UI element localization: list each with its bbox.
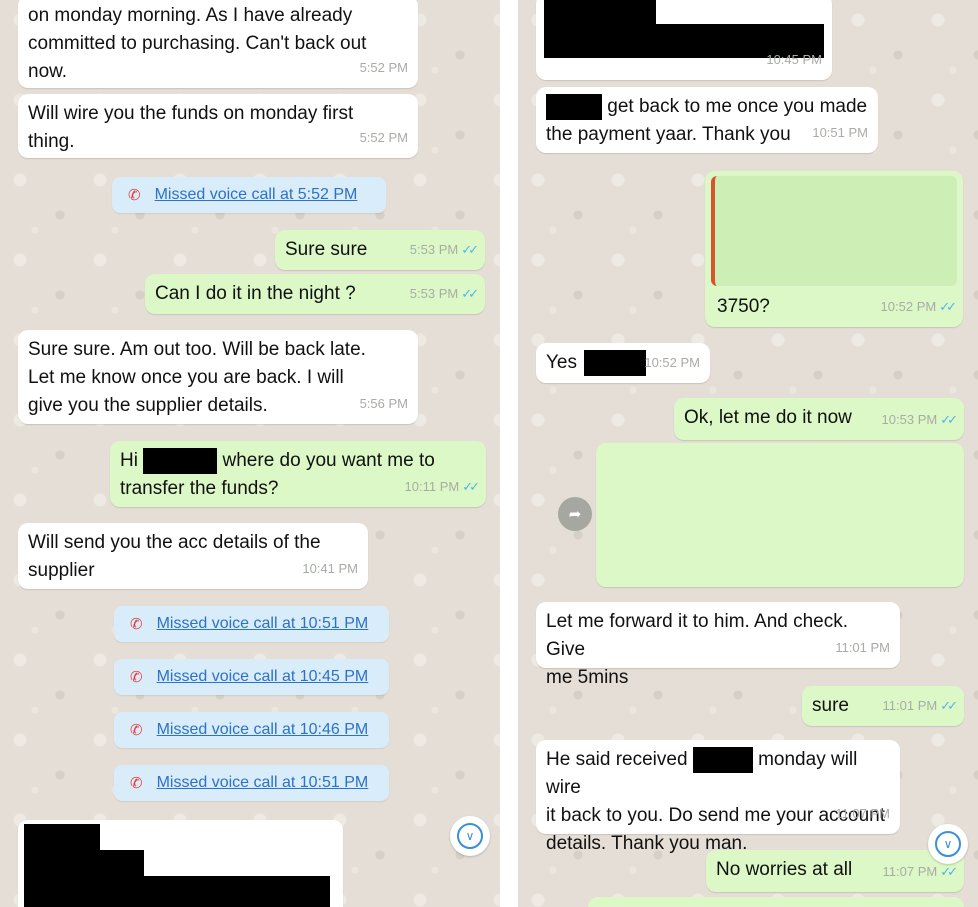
message-outgoing: Can I do it in the night ? 5:53 PM ✓✓ bbox=[145, 274, 485, 314]
missed-call-label[interactable]: Missed voice call at 5:52 PM bbox=[155, 186, 358, 204]
message-incoming: He said received monday will wire it bac… bbox=[536, 740, 900, 854]
missed-call-label[interactable]: Missed voice call at 10:51 PM bbox=[157, 774, 369, 792]
message-incoming: Let me forward it to him. And check. Giv… bbox=[536, 602, 900, 688]
chat-panel-right[interactable]: 10:45 PM get back to me once you made th… bbox=[518, 0, 978, 907]
message-outgoing: Ok, let me do it now 10:53 PM ✓✓ bbox=[674, 398, 964, 440]
chevron-down-icon: ∨ bbox=[457, 823, 483, 849]
forward-arrow-icon[interactable]: ➦ bbox=[558, 497, 592, 531]
redacted-content bbox=[24, 876, 330, 907]
message-time: 10:53 PM ✓✓ bbox=[881, 412, 958, 427]
message-incoming: Sure sure. Am out too. Will be back late… bbox=[18, 330, 418, 424]
read-receipt-icon: ✓✓ bbox=[461, 286, 479, 301]
missed-call-notice[interactable]: ✆ Missed voice call at 10:46 PM bbox=[114, 712, 389, 748]
missed-call-icon: ✆ bbox=[130, 722, 143, 739]
read-receipt-icon: ✓✓ bbox=[940, 412, 958, 427]
message-incoming: Yes 10:52 PM bbox=[536, 343, 710, 383]
message-time: 5:53 PM ✓✓ bbox=[409, 242, 479, 257]
read-receipt-icon: ✓✓ bbox=[939, 299, 957, 314]
message-outgoing: sure 11:01 PM ✓✓ bbox=[802, 686, 964, 726]
redacted-name bbox=[143, 447, 218, 474]
message-incoming: get back to me once you made the payment… bbox=[536, 87, 878, 153]
message-outgoing: No worries at all 11:07 PM ✓✓ bbox=[706, 850, 964, 892]
missed-call-label[interactable]: Missed voice call at 10:51 PM bbox=[157, 615, 369, 633]
message-outgoing-media bbox=[596, 443, 964, 587]
missed-call-icon: ✆ bbox=[130, 775, 143, 792]
missed-call-icon: ✆ bbox=[130, 616, 143, 633]
missed-call-notice[interactable]: ✆ Missed voice call at 10:45 PM bbox=[114, 659, 389, 695]
missed-call-icon: ✆ bbox=[128, 187, 141, 204]
message-incoming-redacted bbox=[18, 820, 343, 907]
read-receipt-icon: ✓✓ bbox=[462, 479, 480, 494]
message-time: 10:52 PM ✓✓ bbox=[880, 299, 957, 314]
message-time: 5:56 PM bbox=[359, 396, 408, 411]
read-receipt-icon: ✓✓ bbox=[940, 864, 958, 879]
message-outgoing-reply: 3750? 10:52 PM ✓✓ bbox=[705, 171, 963, 327]
chat-panel-left[interactable]: on monday morning. As I have already com… bbox=[0, 0, 500, 907]
read-receipt-icon: ✓✓ bbox=[940, 698, 958, 713]
message-time: 11:07 PM bbox=[835, 806, 890, 821]
missed-call-notice[interactable]: ✆ Missed voice call at 5:52 PM bbox=[112, 177, 386, 213]
message-time: 11:01 PM bbox=[835, 640, 890, 655]
missed-call-notice[interactable]: ✆ Missed voice call at 10:51 PM bbox=[114, 765, 389, 801]
chevron-down-icon: ∨ bbox=[935, 831, 961, 857]
missed-call-notice[interactable]: ✆ Missed voice call at 10:51 PM bbox=[114, 606, 389, 642]
message-time: 5:52 PM bbox=[359, 130, 408, 145]
message-incoming: Will send you the acc details of the sup… bbox=[18, 523, 368, 589]
message-time: 10:11 PM ✓✓ bbox=[404, 479, 480, 494]
missed-call-label[interactable]: Missed voice call at 10:45 PM bbox=[157, 668, 369, 686]
redacted-name bbox=[584, 349, 647, 376]
message-time: 5:52 PM bbox=[359, 60, 408, 75]
read-receipt-icon: ✓✓ bbox=[461, 242, 479, 257]
message-time: 10:41 PM bbox=[302, 561, 358, 576]
message-outgoing: Hi where do you want me to transfer the … bbox=[110, 441, 486, 507]
message-incoming: on monday morning. As I have already com… bbox=[18, 0, 418, 88]
message-time: 5:53 PM ✓✓ bbox=[409, 286, 479, 301]
message-time: 10:51 PM bbox=[812, 125, 868, 140]
redacted-name bbox=[546, 93, 602, 120]
redacted-content bbox=[544, 0, 656, 24]
message-outgoing: Sure sure 5:53 PM ✓✓ bbox=[275, 230, 485, 270]
scroll-to-bottom-button[interactable]: ∨ bbox=[928, 824, 968, 864]
message-incoming-redacted: 10:45 PM bbox=[536, 0, 832, 80]
redacted-name bbox=[692, 746, 753, 773]
message-incoming: Will wire you the funds on monday first … bbox=[18, 94, 418, 158]
message-outgoing-partial bbox=[588, 897, 964, 907]
scroll-to-bottom-button[interactable]: ∨ bbox=[450, 816, 490, 856]
missed-call-icon: ✆ bbox=[130, 669, 143, 686]
message-time: 11:01 PM ✓✓ bbox=[882, 698, 958, 713]
missed-call-label[interactable]: Missed voice call at 10:46 PM bbox=[157, 721, 369, 739]
message-time: 10:52 PM bbox=[644, 355, 700, 370]
quoted-message bbox=[711, 176, 957, 286]
message-time: 10:45 PM bbox=[766, 52, 822, 67]
